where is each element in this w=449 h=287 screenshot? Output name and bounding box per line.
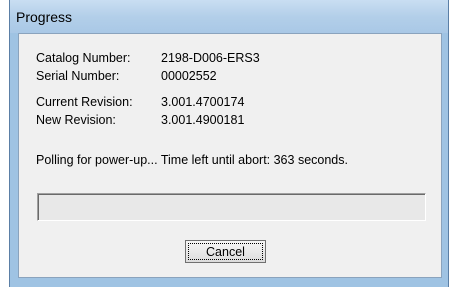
serial-number-label: Serial Number: [36,69,120,83]
serial-number-value: 00002552 [161,69,217,83]
catalog-number-value: 2198-D006-ERS3 [161,51,260,65]
current-revision-value: 3.001.4700174 [161,95,245,109]
progress-dialog: Progress Catalog Number: 2198-D006-ERS3 … [9,0,449,287]
status-message: Polling for power-up... Time left until … [36,153,348,167]
current-revision-label: Current Revision: [36,95,133,109]
progress-bar [37,193,426,221]
title-bar[interactable]: Progress [10,0,448,33]
window-title: Progress [16,9,73,25]
new-revision-label: New Revision: [36,113,116,127]
new-revision-value: 3.001.4900181 [161,113,245,127]
dialog-content: Catalog Number: 2198-D006-ERS3 Serial Nu… [18,33,442,278]
catalog-number-label: Catalog Number: [36,51,131,65]
cancel-button[interactable]: Cancel [185,240,266,263]
